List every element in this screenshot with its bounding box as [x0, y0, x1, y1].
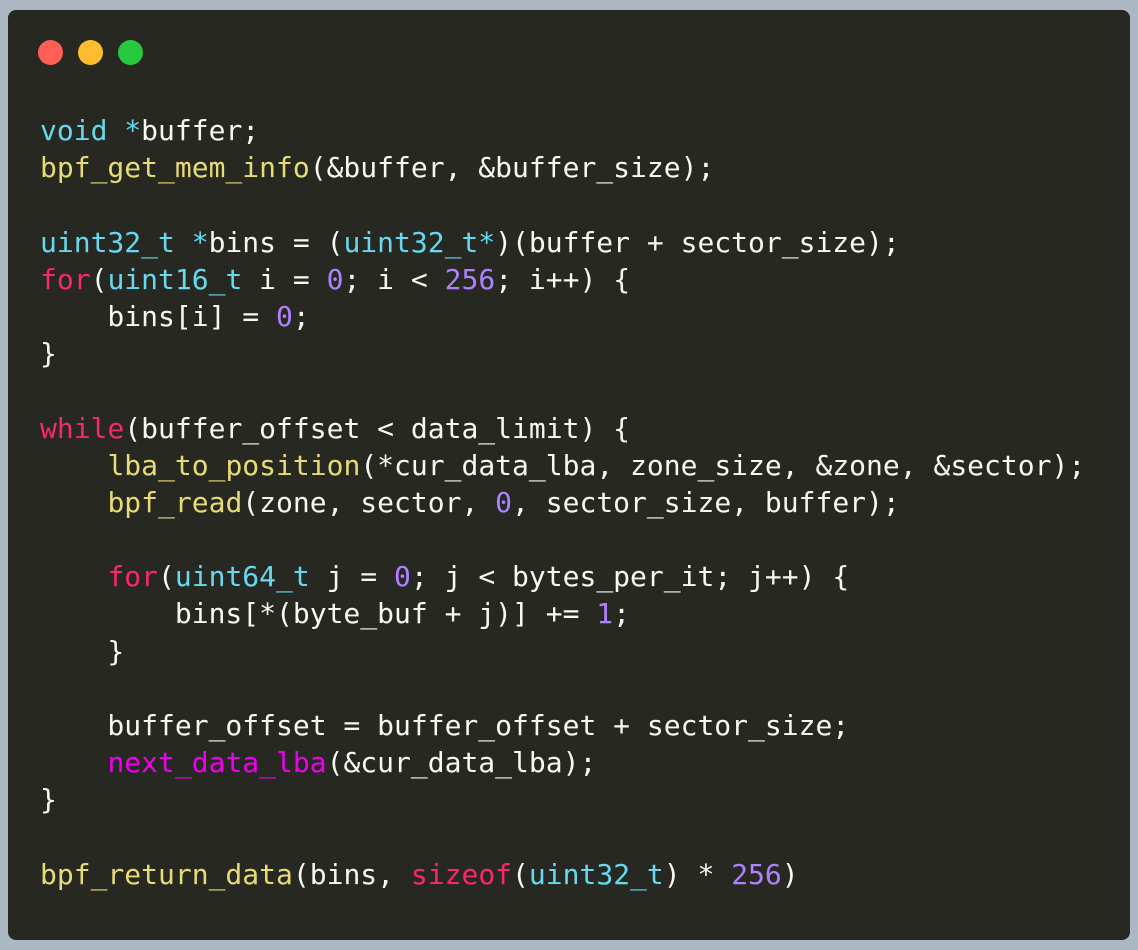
- code-token-plain: ; j < bytes_per_it; j++) {: [410, 560, 850, 594]
- code-token-plain: ;: [613, 597, 631, 631]
- code-token-plain: buffer;: [141, 114, 260, 147]
- code-block: void *buffer; bpf_get_mem_info(&buffer, &…: [40, 112, 1085, 893]
- code-token-function: bpf_return_data: [40, 857, 293, 891]
- code-line: }: [40, 335, 1085, 372]
- code-token-keyword: for: [40, 262, 91, 296]
- minimize-dot-icon[interactable]: [78, 40, 103, 65]
- code-token-function: bpf_read: [107, 485, 243, 519]
- code-token-plain: (: [512, 857, 529, 891]
- code-token-plain: , sector_size, buffer);: [512, 485, 900, 519]
- code-token-type: void: [40, 114, 108, 147]
- code-line: bins[i] = 0;: [40, 298, 1085, 335]
- code-token-plain: (: [158, 560, 175, 594]
- code-token-type: uint16_t: [107, 262, 243, 296]
- code-line: lba_to_position(*cur_data_lba, zone_size…: [40, 447, 1085, 484]
- code-line: next_data_lba(&cur_data_lba);: [40, 744, 1085, 781]
- code-line: bpf_read(zone, sector, 0, sector_size, b…: [40, 484, 1085, 521]
- code-token-keyword: while: [40, 411, 125, 445]
- code-window: void *buffer; bpf_get_mem_info(&buffer, &…: [8, 10, 1130, 940]
- code-token-plain: ;: [292, 299, 310, 333]
- code-token-plain: bins[*(byte_buf + j)] +=: [40, 597, 597, 631]
- code-token-plain: }: [40, 634, 125, 668]
- code-token-number: 0: [326, 262, 344, 296]
- code-token-type: *: [191, 225, 209, 259]
- code-token-plain: buffer_offset = buffer_offset + sector_s…: [40, 709, 850, 742]
- code-token-plain: }: [40, 337, 57, 371]
- maximize-dot-icon[interactable]: [118, 40, 143, 65]
- code-token-plain: bins = (: [208, 225, 344, 259]
- code-line: bins[*(byte_buf + j)] += 1;: [40, 595, 1085, 632]
- code-line: }: [40, 633, 1085, 670]
- code-token-macro: next_data_lba: [107, 746, 327, 780]
- code-token-plain: (: [90, 262, 108, 296]
- code-token-plain: (buffer_offset < data_limit) {: [124, 411, 631, 445]
- code-token-plain: i =: [242, 262, 327, 296]
- code-token-number: 1: [596, 597, 614, 631]
- code-token-plain: ; i <: [343, 262, 445, 296]
- code-token-number: 0: [394, 560, 411, 594]
- code-line: for(uint16_t i = 0; i < 256; i++) {: [40, 261, 1085, 298]
- code-line: }: [40, 781, 1085, 818]
- code-token-plain: (bins,: [292, 857, 411, 891]
- code-token-plain: (*cur_data_lba, zone_size, &zone, &secto…: [360, 448, 1086, 482]
- code-token-plain: }: [40, 783, 57, 817]
- code-line: uint32_t *bins = (uint32_t*)(buffer + se…: [40, 224, 1085, 261]
- code-token-plain: ): [781, 857, 799, 891]
- code-line: bpf_get_mem_info(&buffer, &buffer_size);: [40, 149, 1085, 186]
- code-token-number: 256: [731, 857, 782, 891]
- code-token-type: uint32_t: [40, 225, 175, 259]
- code-line: buffer_offset = buffer_offset + sector_s…: [40, 707, 1085, 744]
- code-token-function: bpf_get_mem_info: [40, 151, 310, 185]
- code-token-plain: j =: [309, 560, 395, 594]
- code-token-plain: bins[i] =: [40, 299, 277, 333]
- code-token-plain: (&buffer, &buffer_size);: [309, 151, 715, 185]
- code-token-keyword: for: [107, 560, 159, 594]
- code-token-number: 0: [495, 485, 513, 519]
- code-line: for(uint64_t j = 0; j < bytes_per_it; j+…: [40, 558, 1085, 595]
- code-token-type: uint32_t: [528, 857, 664, 891]
- code-token-plain: (zone, sector,: [242, 485, 496, 519]
- code-line: void *buffer;: [40, 112, 1085, 149]
- close-dot-icon[interactable]: [38, 40, 63, 65]
- code-token-number: 0: [276, 299, 293, 333]
- code-token-function: lba_to_position: [107, 448, 361, 482]
- code-line: while(buffer_offset < data_limit) {: [40, 410, 1085, 447]
- code-token-plain: (&cur_data_lba);: [326, 746, 597, 780]
- code-token-plain: ; i++) {: [495, 262, 631, 296]
- code-token-keyword: sizeof: [410, 857, 513, 891]
- code-token-plain: ) *: [663, 857, 732, 891]
- code-token-plain: )(buffer + sector_size);: [495, 225, 900, 259]
- code-token-type: *: [124, 114, 142, 147]
- code-line: bpf_return_data(bins, sizeof(uint32_t) *…: [40, 856, 1085, 893]
- code-token-number: 256: [444, 262, 496, 296]
- code-token-type: uint32_t*: [343, 225, 496, 259]
- code-token-type: uint64_t: [174, 560, 310, 594]
